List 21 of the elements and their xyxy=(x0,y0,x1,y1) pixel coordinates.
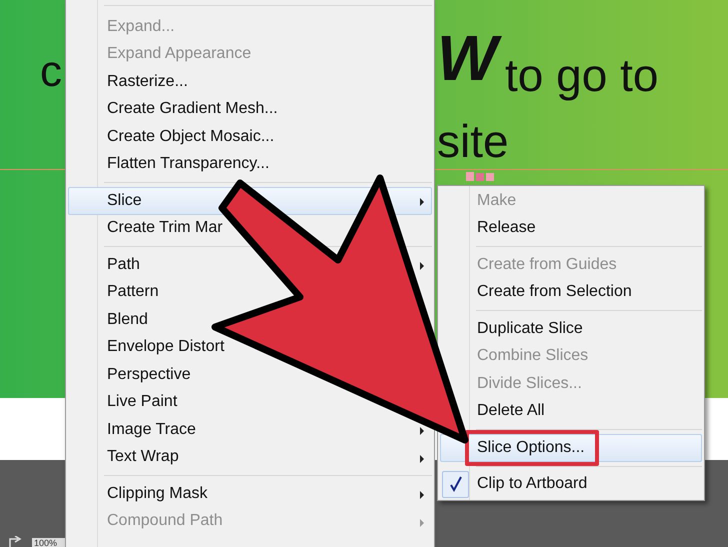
menu-item[interactable]: Create Object Mosaic... xyxy=(68,123,432,150)
status-icon[interactable] xyxy=(8,536,24,547)
menu-item[interactable]: Clip to Artboard xyxy=(440,470,702,498)
slice-marker-icon xyxy=(466,172,496,182)
menu-item[interactable]: Pattern xyxy=(68,278,432,306)
menu-item[interactable]: Rasterize... xyxy=(68,68,432,96)
menu-item[interactable]: Path xyxy=(68,251,432,278)
zoom-field[interactable]: 100% xyxy=(32,538,65,547)
menu-item[interactable]: Create Gradient Mesh... xyxy=(68,96,432,123)
menu-item[interactable]: Create Trim Mar xyxy=(68,214,432,242)
artwork-text: c xyxy=(40,50,62,94)
menu-item[interactable]: Create from Selection xyxy=(440,278,702,306)
artwork-text: W xyxy=(437,20,506,97)
artwork-text: to go to xyxy=(505,52,658,98)
menu-item[interactable]: Duplicate Slice xyxy=(440,315,702,342)
menu-item[interactable]: Release xyxy=(440,214,702,242)
menu-item[interactable]: Text Wrap xyxy=(68,444,432,471)
menu-item[interactable]: Flatten Transparency... xyxy=(68,150,432,178)
artwork-text: site xyxy=(437,118,509,164)
menu-item[interactable]: Clipping Mask xyxy=(68,480,432,508)
menu-item[interactable]: Image Trace xyxy=(68,416,432,444)
